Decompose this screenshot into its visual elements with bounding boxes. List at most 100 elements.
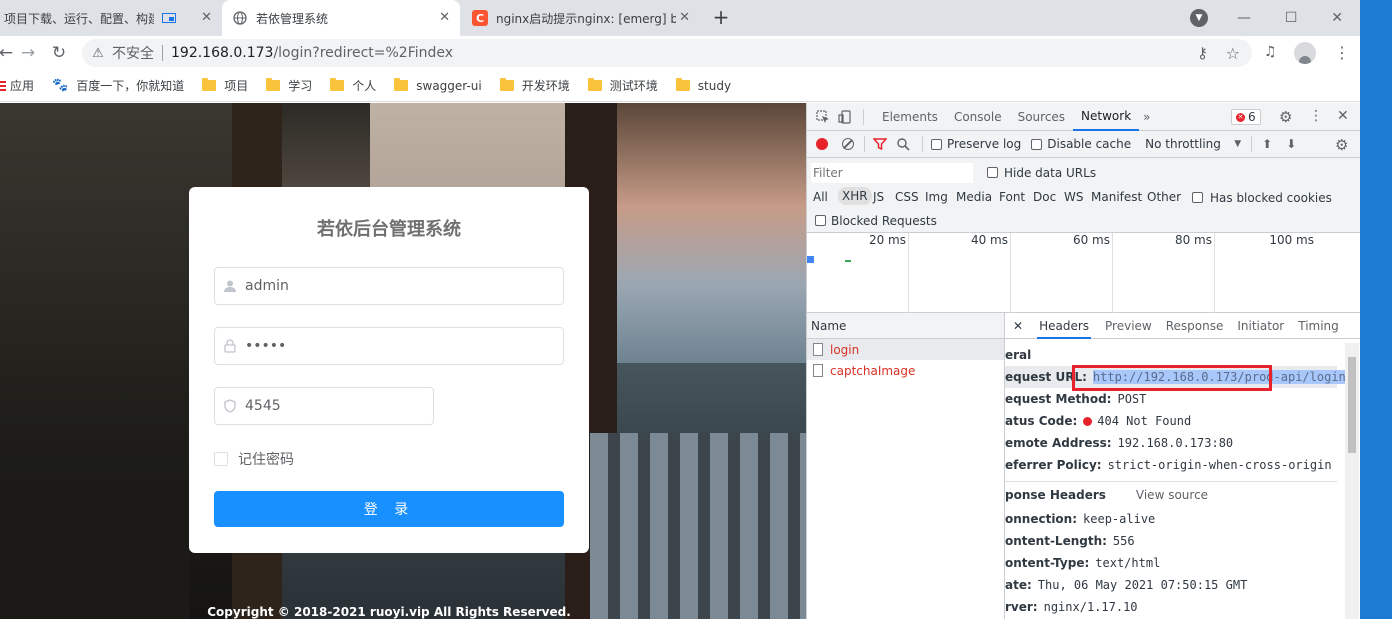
devtools-menu-icon[interactable]: ⋮	[1309, 108, 1323, 124]
export-har-icon[interactable]: ⬇	[1286, 137, 1296, 151]
remember-password[interactable]: 记住密码	[214, 449, 294, 469]
network-settings-icon[interactable]: ⚙	[1335, 136, 1348, 154]
browser-tab-2[interactable]: 若依管理系统 ✕	[222, 0, 460, 36]
close-tab-icon[interactable]: ✕	[201, 10, 212, 25]
error-badge[interactable]: ✕ 6	[1231, 109, 1261, 125]
tab-console[interactable]: Console	[946, 103, 1010, 131]
timeline-tick: 40 ms	[908, 233, 1010, 313]
minimize-icon[interactable]: —	[1237, 10, 1251, 26]
close-devtools-icon[interactable]: ✕	[1337, 108, 1349, 124]
response-header-row: ontent-Length: 556	[1005, 530, 1135, 552]
filter-manifest[interactable]: Manifest	[1091, 190, 1142, 204]
bookmark-baidu[interactable]: 🐾 百度一下，你就知道	[52, 77, 184, 94]
tab-network[interactable]: Network	[1073, 103, 1140, 131]
request-row[interactable]: captchaImage	[807, 360, 1004, 381]
address-bar[interactable]: ⚠ 不安全 192.168.0.173/login?redirect=%2Fin…	[82, 39, 1252, 67]
inspect-icon[interactable]	[815, 109, 831, 124]
header-value: POST	[1117, 392, 1147, 406]
tab-search-icon[interactable]: ▼	[1190, 9, 1208, 27]
close-details-icon[interactable]: ✕	[1013, 319, 1023, 333]
avatar[interactable]	[1294, 42, 1316, 64]
new-tab-button[interactable]: +	[710, 5, 732, 29]
bookmark-apps[interactable]: 应用	[0, 77, 34, 94]
tab-preview[interactable]: Preview	[1105, 319, 1152, 333]
search-icon[interactable]	[897, 137, 910, 151]
import-har-icon[interactable]: ⬆	[1262, 137, 1272, 151]
preserve-log-checkbox[interactable]	[931, 138, 942, 150]
tab-timing[interactable]: Timing	[1298, 319, 1339, 333]
filter-all[interactable]: All	[813, 190, 828, 204]
scrollbar[interactable]	[1345, 343, 1359, 619]
tab-headers[interactable]: Headers	[1037, 313, 1092, 339]
bookmark-folder[interactable]: 项目	[202, 77, 248, 94]
filter-doc[interactable]: Doc	[1033, 190, 1056, 204]
star-icon[interactable]: ☆	[1226, 44, 1240, 63]
bookmark-folder[interactable]: 个人	[330, 77, 376, 94]
has-blocked-cookies-checkbox[interactable]	[1192, 192, 1203, 203]
media-icon[interactable]: ♫	[1264, 44, 1277, 60]
captcha-field[interactable]: 4545	[214, 387, 434, 425]
filter-media[interactable]: Media	[956, 190, 992, 204]
throttling-select[interactable]: No throttling ▼	[1145, 137, 1241, 151]
bookmark-folder[interactable]: study	[675, 78, 731, 93]
filter-other[interactable]: Other	[1147, 190, 1181, 204]
tab-elements[interactable]: Elements	[874, 103, 946, 131]
forward-icon[interactable]: →	[14, 39, 42, 67]
filter-font[interactable]: Font	[999, 190, 1025, 204]
referrer-policy-row: eferrer Policy: strict-origin-when-cross…	[1005, 454, 1332, 476]
request-row[interactable]: login	[807, 339, 1004, 360]
username-field[interactable]: admin	[214, 267, 564, 305]
settings-icon[interactable]: ⚙	[1279, 108, 1292, 126]
browser-tab-3[interactable]: C nginx启动提示nginx: [emerg] b ✕	[462, 0, 700, 36]
response-headers-title-row[interactable]: ponse Headers View source	[1005, 484, 1208, 506]
bookmark-folder[interactable]: 开发环境	[499, 77, 570, 94]
filter-icon[interactable]	[873, 138, 887, 150]
menu-icon[interactable]: ⋮	[1334, 43, 1350, 62]
tab-sources[interactable]: Sources	[1010, 103, 1073, 131]
hide-data-urls-checkbox[interactable]	[987, 167, 998, 178]
general-section-title[interactable]: eral	[1005, 344, 1031, 366]
reload-icon[interactable]: ↻	[45, 39, 73, 67]
login-button[interactable]: 登 录	[214, 491, 564, 527]
key-icon[interactable]: ⚷	[1197, 44, 1208, 62]
name-column-header: Name	[807, 313, 1004, 339]
timeline-tick: 100 ms	[1214, 233, 1316, 313]
bookmark-folder[interactable]: 测试环境	[587, 77, 658, 94]
close-window-icon[interactable]: ✕	[1331, 10, 1343, 26]
remember-checkbox[interactable]	[214, 452, 228, 466]
header-value: text/html	[1095, 556, 1161, 570]
bookmark-folder[interactable]: swagger-ui	[394, 78, 482, 93]
maximize-icon[interactable]: ☐	[1285, 10, 1298, 26]
network-filter-bar: Hide data URLs All XHR JS CSS Img Media …	[807, 158, 1360, 233]
disable-cache-checkbox[interactable]	[1031, 138, 1043, 150]
device-toolbar-icon[interactable]	[837, 109, 853, 124]
close-tab-icon[interactable]: ✕	[439, 10, 450, 25]
blocked-requests-checkbox[interactable]	[815, 215, 826, 226]
clear-icon[interactable]	[842, 138, 854, 150]
divider	[922, 136, 923, 152]
username-value: admin	[245, 278, 289, 294]
filter-img[interactable]: Img	[925, 190, 948, 204]
more-tabs-icon[interactable]: »	[1143, 110, 1150, 124]
bookmark-label: 开发环境	[521, 79, 570, 93]
record-icon[interactable]	[816, 138, 828, 150]
password-field[interactable]: •••••	[214, 327, 564, 365]
tab-title: 项目下载、运行、配置、构建	[4, 11, 154, 26]
tab-response[interactable]: Response	[1166, 319, 1224, 333]
file-icon	[813, 343, 823, 356]
view-source-link[interactable]: View source	[1136, 488, 1208, 502]
error-icon: ✕	[1236, 112, 1245, 122]
filter-xhr[interactable]: XHR	[838, 187, 872, 205]
close-tab-icon[interactable]: ✕	[679, 10, 690, 25]
shield-icon	[215, 399, 245, 413]
bookmark-folder[interactable]: 学习	[266, 77, 312, 94]
filter-js[interactable]: JS	[873, 190, 884, 204]
scrollbar-thumb[interactable]	[1348, 357, 1356, 453]
filter-css[interactable]: CSS	[895, 190, 919, 204]
login-page: 若依后台管理系统 admin ••••• 4545 记住密码 登 录 Copyr…	[0, 103, 806, 619]
copyright: Copyright © 2018-2021 ruoyi.vip All Righ…	[207, 605, 571, 619]
filter-ws[interactable]: WS	[1064, 190, 1083, 204]
browser-tab-1[interactable]: 项目下载、运行、配置、构建 ✕	[0, 0, 222, 36]
tab-initiator[interactable]: Initiator	[1237, 319, 1284, 333]
filter-input[interactable]	[811, 163, 973, 183]
